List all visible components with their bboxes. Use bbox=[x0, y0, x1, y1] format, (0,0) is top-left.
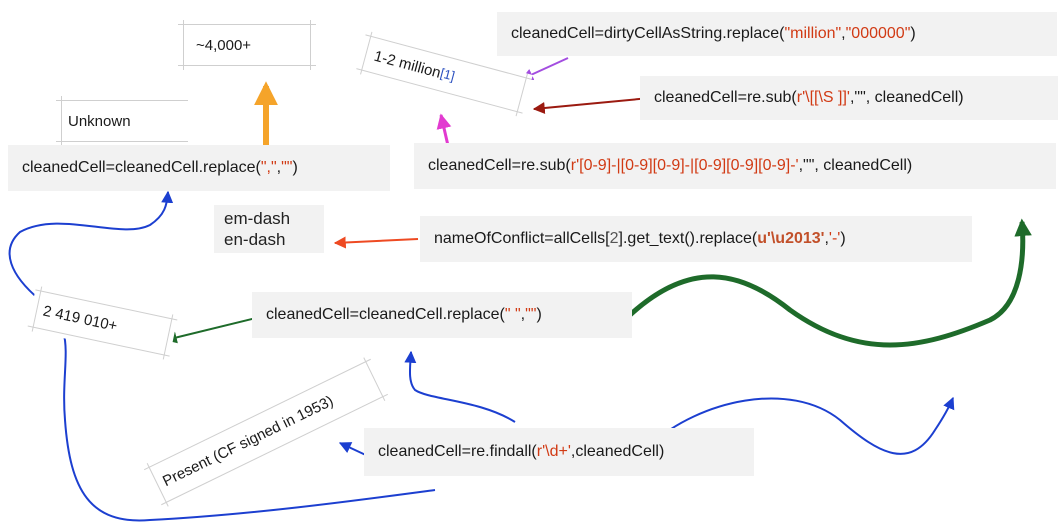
cell-number-text: 2 419 010+ bbox=[41, 302, 119, 335]
code-replace-dash: nameOfConflict=allCells[2].get_text().re… bbox=[420, 216, 972, 262]
arrow-darkred bbox=[532, 97, 651, 114]
code-replace-comma-post: ) bbox=[292, 159, 298, 176]
code-re-sub-brackets: cleanedCell=re.sub(r'\[[\S ]]' ,"", clean… bbox=[640, 76, 1058, 120]
cell-approx-text: ~4,000+ bbox=[196, 36, 252, 54]
cell-million-ref[interactable]: [1] bbox=[439, 65, 457, 83]
code-re-sub-digits-pre: cleanedCell=re.sub( bbox=[428, 157, 571, 174]
code-findall: cleanedCell=re.findall(r'\d+' ,cleanedCel… bbox=[364, 428, 754, 476]
arrow-blue-up bbox=[404, 350, 516, 423]
label-em-dash: em-dash bbox=[224, 209, 291, 228]
code-re-sub-digits-arg1: r'[0-9]-|[0-9][0-9]-|[0-9][0-9][0-9]-' bbox=[570, 157, 799, 174]
code-replace-space-arg2: "" bbox=[525, 306, 537, 323]
cell-unknown: Unknown bbox=[56, 96, 188, 146]
code-replace-space: cleanedCell=cleanedCell.replace(" ", "") bbox=[252, 292, 632, 338]
code-replace-dash-arg2: '-' bbox=[828, 230, 841, 247]
cell-unknown-text: Unknown bbox=[68, 112, 131, 130]
code-replace-comma: cleanedCell=cleanedCell.replace(",", "") bbox=[8, 145, 390, 191]
code-replace-dash-pre: nameOfConflict=allCells[ bbox=[434, 230, 610, 247]
code-replace-dash-post: ) bbox=[840, 230, 846, 247]
code-replace-million-arg1: "million" bbox=[784, 25, 842, 42]
code-re-sub-digits-sep: ,"", cleanedCell) bbox=[798, 157, 913, 174]
code-re-sub-digits: cleanedCell=re.sub(r'[0-9]-|[0-9][0-9]-|… bbox=[414, 143, 1056, 189]
code-replace-million: cleanedCell=dirtyCellAsString.replace("m… bbox=[497, 12, 1057, 56]
arrow-orangered bbox=[333, 236, 419, 249]
arrow-green-small bbox=[164, 317, 257, 344]
dash-labels: em-dash en-dash bbox=[214, 205, 324, 253]
cell-million-text: 1-2 million[1] bbox=[372, 47, 456, 85]
label-en-dash: en-dash bbox=[224, 230, 286, 249]
code-replace-comma-pre: cleanedCell=cleanedCell.replace( bbox=[22, 159, 261, 176]
code-findall-pre: cleanedCell=re.findall( bbox=[378, 443, 537, 460]
code-replace-dash-idx: 2 bbox=[609, 230, 619, 247]
code-findall-post: ,cleanedCell) bbox=[570, 443, 665, 460]
code-replace-space-arg1: " " bbox=[504, 306, 521, 323]
code-re-sub-brackets-arg1: r'\[[\S ]]' bbox=[796, 89, 850, 106]
code-replace-comma-arg2: "" bbox=[281, 159, 293, 176]
code-replace-million-pre: cleanedCell=dirtyCellAsString.replace( bbox=[511, 25, 785, 42]
code-replace-dash-arg1: u'\u2013' bbox=[757, 230, 825, 247]
code-replace-million-arg2: "000000" bbox=[845, 25, 911, 42]
code-replace-comma-arg1: "," bbox=[260, 159, 277, 176]
code-replace-dash-mid: ].get_text().replace( bbox=[618, 230, 758, 247]
code-re-sub-brackets-sep: ,"", cleanedCell) bbox=[849, 89, 964, 106]
code-findall-arg1: r'\d+' bbox=[536, 443, 571, 460]
code-replace-million-post: ) bbox=[910, 25, 916, 42]
code-replace-space-pre: cleanedCell=cleanedCell.replace( bbox=[266, 306, 505, 323]
code-re-sub-brackets-pre: cleanedCell=re.sub( bbox=[654, 89, 797, 106]
cell-approx: ~4,000+ bbox=[178, 20, 316, 70]
code-replace-space-post: ) bbox=[536, 306, 542, 323]
